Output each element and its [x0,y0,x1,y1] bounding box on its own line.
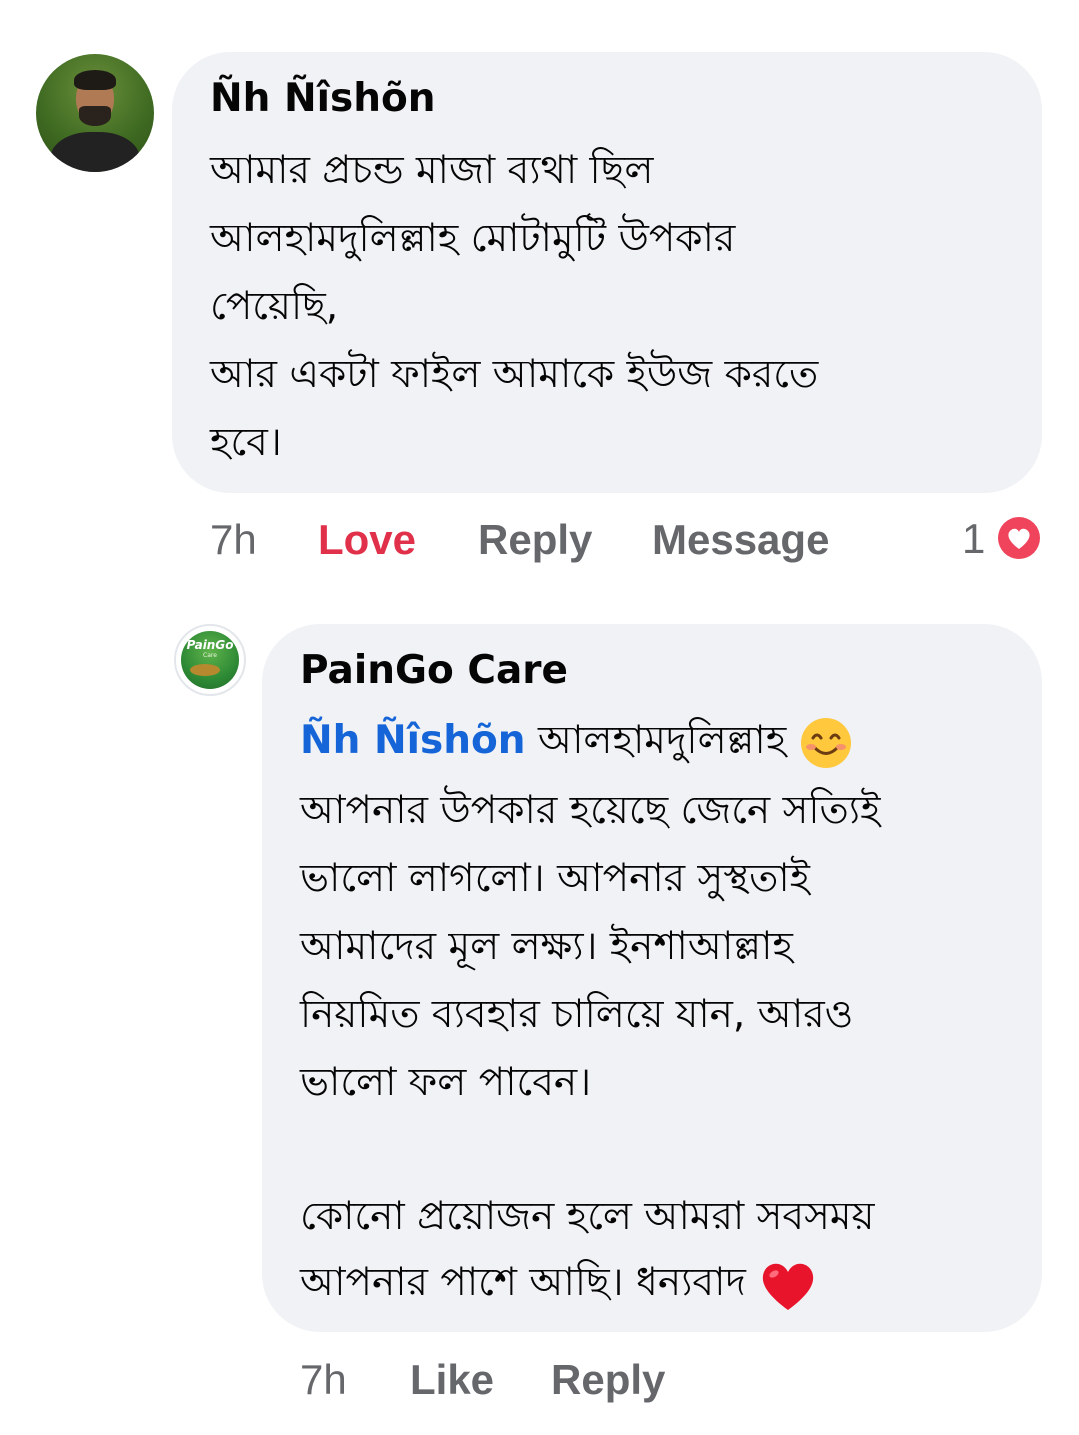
comment-timestamp: 7h [210,516,257,563]
smiling-face-emoji [800,717,851,768]
reply-text-line: কোনো প্রয়োজন হলে আমরা সবসময় [300,1194,875,1239]
commenter-avatar[interactable] [36,54,154,172]
reply-text-line: ভালো লাগলো। আপনার সুস্থতাই [300,856,810,901]
reply-text: আপনার পাশে আছি। ধন্যবাদ [300,1260,746,1305]
avatar-beard [79,106,111,126]
page-avatar[interactable]: PainGo Care [174,624,246,696]
love-button[interactable]: Love [318,516,416,564]
mention-link[interactable]: Ñh Ñîshõn [300,718,526,763]
comment-text-line: আলহামদুলিল্লাহ মোটামুটি উপকার [210,216,736,261]
like-button[interactable]: Like [410,1356,494,1404]
message-button[interactable]: Message [652,516,829,564]
reply-timestamp: 7h [300,1356,347,1403]
reply-text-line: নিয়মিত ব্যবহার চালিয়ে যান, আরও [300,992,854,1037]
reply-text-line: ভালো ফল পাবেন। [300,1060,592,1105]
comment-author-name[interactable]: Ñh Ñîshõn [210,76,436,121]
avatar-hair [74,70,116,90]
reply-text-line: আপনার উপকার হয়েছে জেনে সত্যিই [300,788,881,833]
reply-text-line: আমাদের মূল লক্ষ্য। ইনশাআল্লাহ [300,924,793,969]
red-heart-emoji [763,1263,814,1310]
reply-text: আলহামদুলিল্লাহ [537,718,787,763]
logo-leaf-icon [190,664,220,676]
reply-first-line: Ñh Ñîshõn আলহামদুলিল্লাহ [300,710,853,775]
reply-button[interactable]: Reply [478,516,592,564]
reaction-count[interactable]: 1 [962,515,985,563]
reply-button[interactable]: Reply [551,1356,665,1404]
love-reaction-icon[interactable] [993,512,1045,564]
comment-text-line: পেয়েছি, [210,284,339,329]
avatar-shirt [50,132,140,172]
comment-text-line: হবে। [210,420,282,465]
logo-subtext: Care [203,652,217,659]
comment-text-line: আমার প্রচন্ড মাজা ব্যথা ছিল [210,148,654,193]
comment-text-line: আর একটা ফাইল আমাকে ইউজ করতে [210,352,819,397]
reply-author-name[interactable]: PainGo Care [300,648,568,693]
logo-text: PainGo [186,638,234,652]
reply-closing-line: আপনার পাশে আছি। ধন্যবাদ [300,1252,818,1317]
